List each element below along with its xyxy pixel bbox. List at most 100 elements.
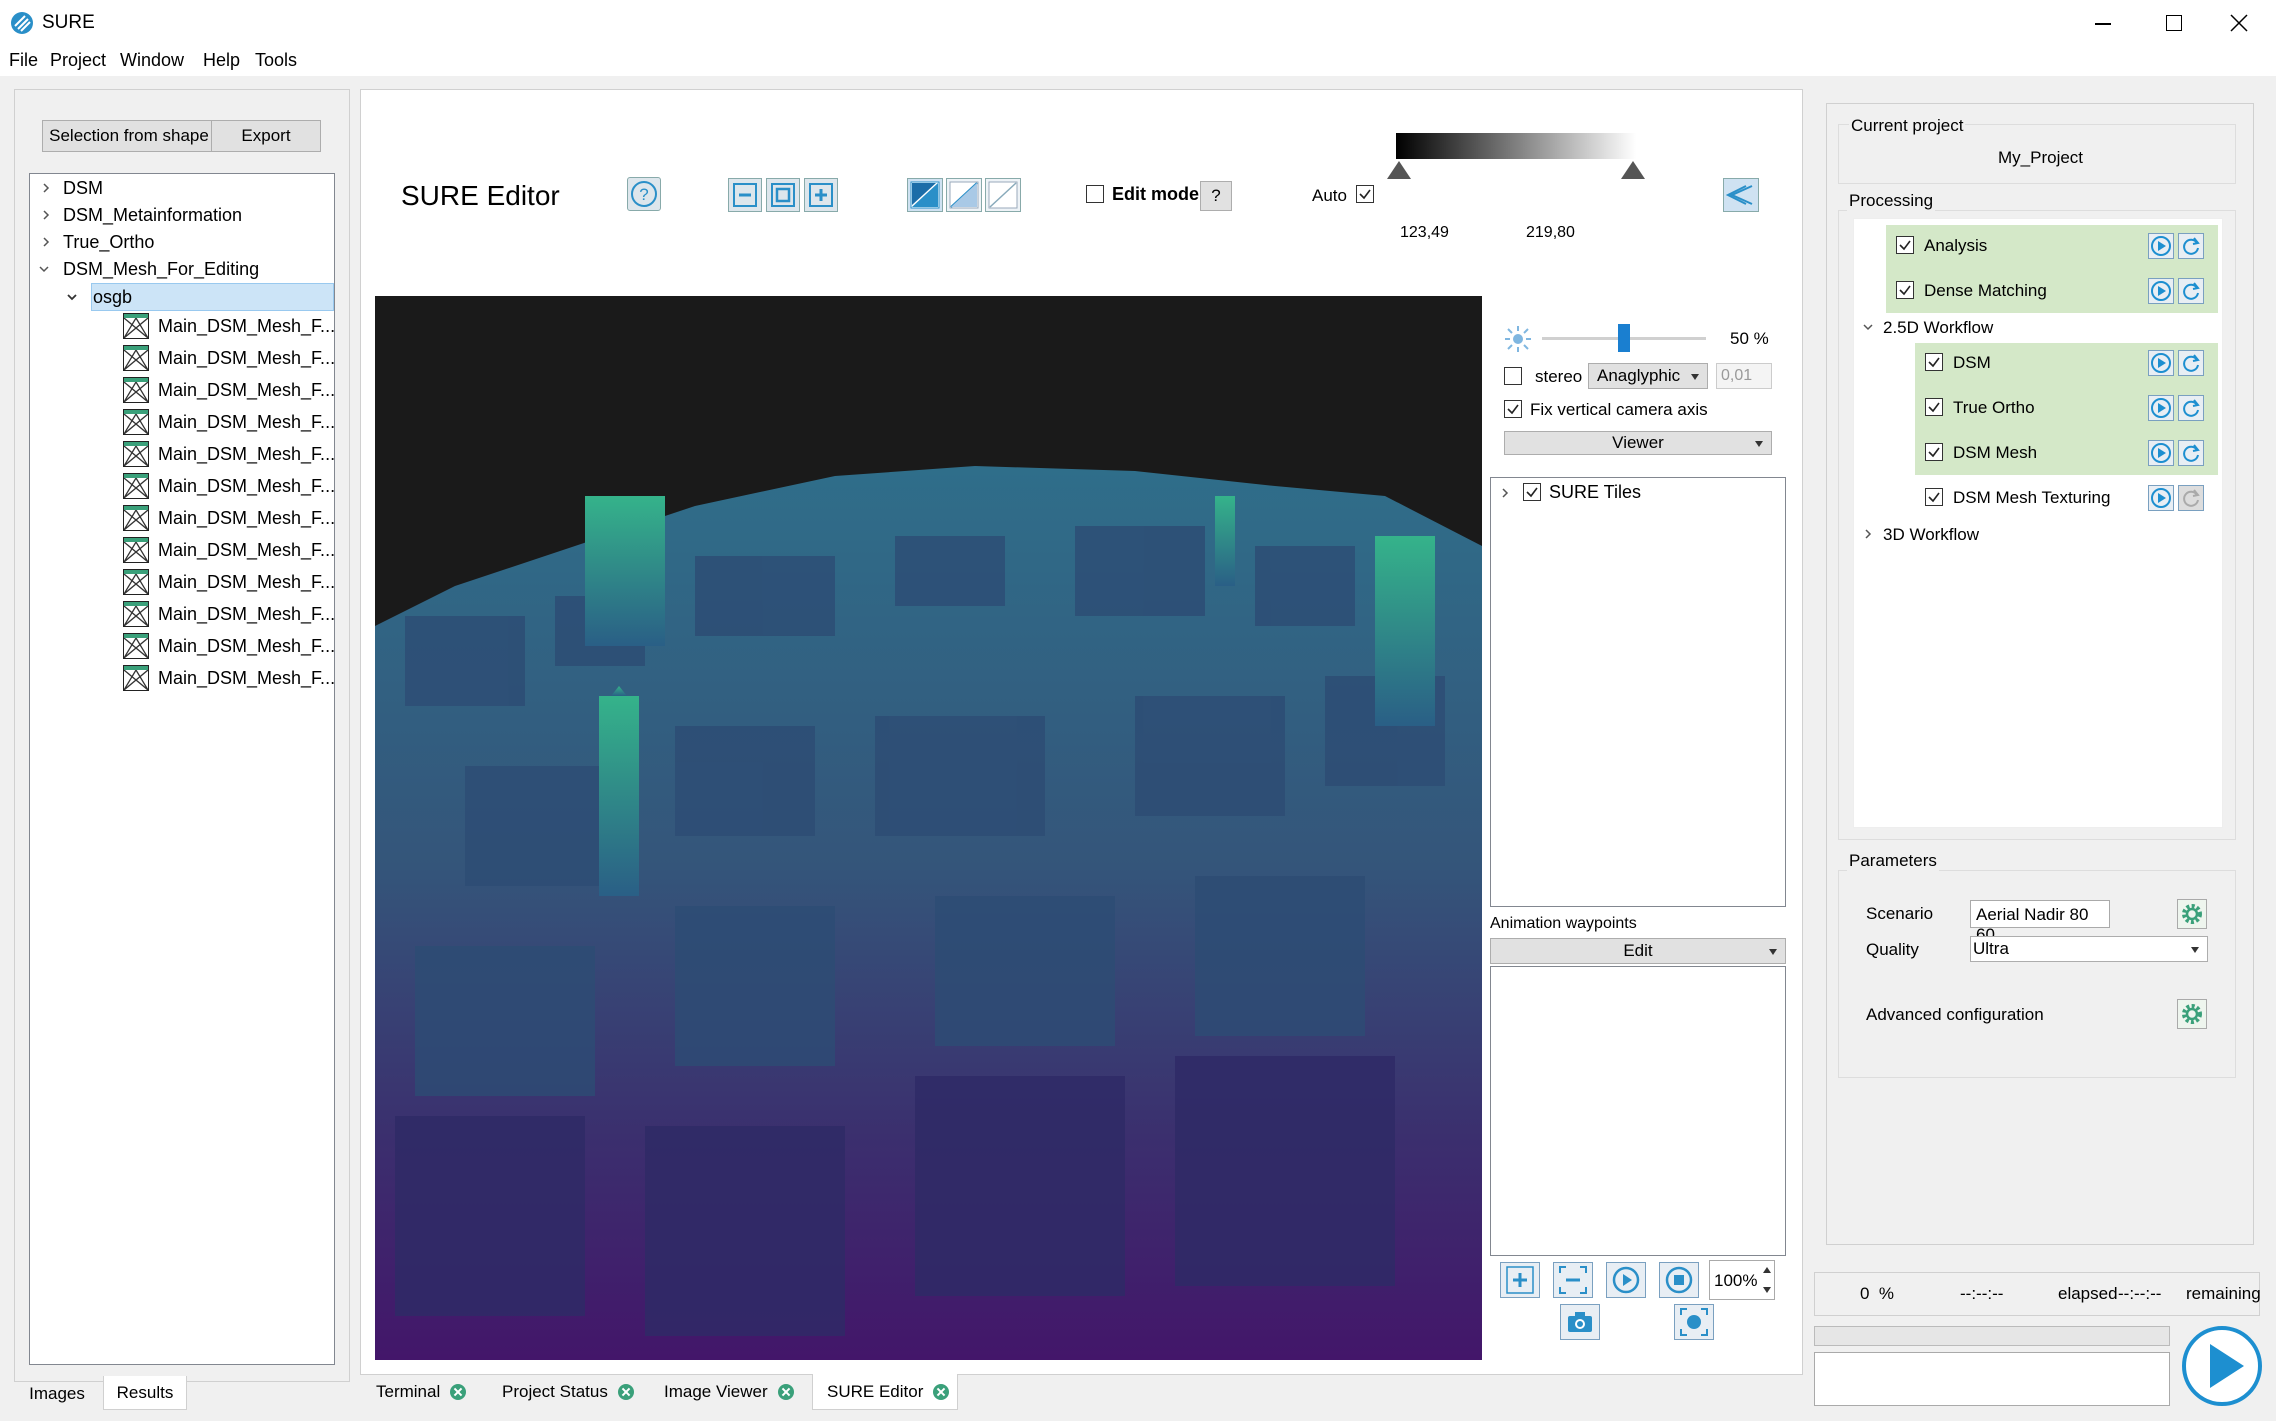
close-tab-icon[interactable]	[933, 1383, 950, 1400]
run-step-dsm-mesh-icon[interactable]	[2148, 440, 2174, 466]
menu-help[interactable]: Help	[203, 50, 240, 71]
close-tab-icon[interactable]	[617, 1384, 634, 1400]
run-step-true-ortho-icon[interactable]	[2148, 395, 2174, 421]
remove-waypoint-icon[interactable]	[1553, 1262, 1593, 1298]
step-checkbox-analysis[interactable]	[1896, 236, 1914, 254]
tree-item-osgb[interactable]: osgb	[93, 283, 132, 311]
stereo-mode-dropdown[interactable]: Anaglyphic	[1588, 363, 1708, 389]
help-icon[interactable]: ?	[627, 177, 661, 211]
tab-terminal[interactable]: Terminal	[362, 1374, 472, 1410]
screenshot-camera-icon[interactable]	[1560, 1304, 1600, 1340]
export-button[interactable]: Export	[211, 120, 321, 152]
tree-item-mesh-file[interactable]: Main_DSM_Mesh_F...	[158, 504, 335, 532]
3d-viewport[interactable]	[375, 296, 1482, 1360]
layer-label-sure-tiles[interactable]: SURE Tiles	[1549, 482, 1641, 503]
tree-item-dsm-mesh-for-editing[interactable]: DSM_Mesh_For_Editing	[63, 255, 259, 283]
reset-step-analysis-icon[interactable]	[2178, 233, 2204, 259]
zoom-in-icon[interactable]	[804, 178, 838, 212]
layer-checkbox-sure-tiles[interactable]	[1523, 483, 1541, 501]
step-checkbox-dsm-mesh-texturing[interactable]	[1925, 488, 1943, 506]
tab-sure-editor[interactable]: SURE Editor	[812, 1374, 958, 1410]
tree-item-mesh-file[interactable]: Main_DSM_Mesh_F...	[158, 408, 335, 436]
start-processing-play-icon[interactable]	[2180, 1324, 2264, 1408]
tree-item-mesh-file[interactable]: Main_DSM_Mesh_F...	[158, 632, 335, 660]
close-tab-icon[interactable]	[450, 1384, 467, 1400]
run-step-dense-matching-icon[interactable]	[2148, 278, 2174, 304]
step-checkbox-dsm[interactable]	[1925, 353, 1943, 371]
minimize-icon[interactable]	[2080, 12, 2140, 36]
close-tab-icon[interactable]	[777, 1384, 794, 1400]
stop-animation-icon[interactable]	[1659, 1262, 1699, 1298]
fix-vertical-axis-checkbox[interactable]	[1504, 400, 1522, 418]
collapse-arrow-icon[interactable]	[38, 263, 50, 275]
tree-item-mesh-file[interactable]: Main_DSM_Mesh_F...	[158, 600, 335, 628]
expand-arrow-icon[interactable]	[1499, 487, 1511, 499]
shade-mode-wire-icon[interactable]	[985, 178, 1021, 212]
tree-item-mesh-file[interactable]: Main_DSM_Mesh_F...	[158, 664, 335, 692]
expand-arrow-icon[interactable]	[40, 209, 52, 221]
collapse-panel-icon[interactable]	[1723, 178, 1759, 212]
waypoints-list[interactable]	[1490, 966, 1786, 1256]
edit-mode-help-button[interactable]: ?	[1200, 181, 1232, 211]
menu-project[interactable]: Project	[50, 50, 106, 71]
tree-item-mesh-file[interactable]: Main_DSM_Mesh_F...	[158, 312, 335, 340]
advanced-settings-gear-icon[interactable]	[2177, 999, 2207, 1029]
tab-project-status[interactable]: Project Status	[488, 1374, 638, 1410]
collapse-arrow-icon[interactable]	[1862, 321, 1874, 333]
tree-item-mesh-file[interactable]: Main_DSM_Mesh_F...	[158, 472, 335, 500]
tree-item-mesh-file[interactable]: Main_DSM_Mesh_F...	[158, 344, 335, 372]
selection-from-shape-button[interactable]: Selection from shape	[42, 120, 216, 152]
edit-mode-checkbox[interactable]	[1086, 185, 1104, 203]
run-step-analysis-icon[interactable]	[2148, 233, 2174, 259]
tree-item-true-ortho[interactable]: True_Ortho	[63, 228, 154, 256]
tab-image-viewer[interactable]: Image Viewer	[650, 1374, 800, 1410]
step-label-2-5d-workflow[interactable]: 2.5D Workflow	[1883, 318, 1993, 338]
tab-images[interactable]: Images	[14, 1378, 100, 1410]
animation-edit-dropdown[interactable]: Edit	[1490, 938, 1786, 964]
tree-item-dsm[interactable]: DSM	[63, 174, 103, 202]
menu-tools[interactable]: Tools	[255, 50, 297, 71]
zoom-out-icon[interactable]	[728, 178, 762, 212]
add-waypoint-icon[interactable]	[1500, 1262, 1540, 1298]
menu-window[interactable]: Window	[120, 50, 184, 71]
step-label-3d-workflow[interactable]: 3D Workflow	[1883, 525, 1979, 545]
stereo-offset-spinbox[interactable]: 0,01	[1716, 363, 1772, 389]
tree-item-mesh-file[interactable]: Main_DSM_Mesh_F...	[158, 440, 335, 468]
auto-range-checkbox[interactable]	[1356, 185, 1374, 203]
scenario-settings-gear-icon[interactable]	[2177, 899, 2207, 929]
range-min-handle-icon[interactable]	[1386, 160, 1412, 180]
shade-mode-full-icon[interactable]	[907, 178, 943, 212]
stereo-checkbox[interactable]	[1504, 367, 1522, 385]
collapse-arrow-icon[interactable]	[66, 291, 78, 303]
brightness-slider-handle[interactable]	[1618, 324, 1630, 352]
run-step-dsm-mesh-texturing-icon[interactable]	[2148, 485, 2174, 511]
run-step-dsm-icon[interactable]	[2148, 350, 2174, 376]
shade-mode-half-icon[interactable]	[946, 178, 982, 212]
step-checkbox-true-ortho[interactable]	[1925, 398, 1943, 416]
scenario-field[interactable]: Aerial Nadir 80 60	[1970, 900, 2110, 944]
menu-file[interactable]: File	[9, 50, 38, 71]
step-checkbox-dense-matching[interactable]	[1896, 281, 1914, 299]
reset-step-dsm-mesh-icon[interactable]	[2178, 440, 2204, 466]
close-icon[interactable]	[2230, 14, 2248, 32]
record-icon[interactable]	[1674, 1304, 1714, 1340]
reset-step-dense-matching-icon[interactable]	[2178, 278, 2204, 304]
reset-step-dsm-icon[interactable]	[2178, 350, 2204, 376]
quality-dropdown[interactable]: Ultra	[1970, 936, 2208, 962]
reset-step-true-ortho-icon[interactable]	[2178, 395, 2204, 421]
expand-arrow-icon[interactable]	[1862, 528, 1874, 540]
maximize-icon[interactable]	[2150, 12, 2210, 36]
range-max-handle-icon[interactable]	[1620, 160, 1646, 180]
reset-step-dsm-mesh-texturing-icon[interactable]	[2178, 485, 2204, 511]
step-checkbox-dsm-mesh[interactable]	[1925, 443, 1943, 461]
expand-arrow-icon[interactable]	[40, 182, 52, 194]
fit-view-icon[interactable]	[766, 178, 800, 212]
expand-arrow-icon[interactable]	[40, 236, 52, 248]
viewer-dropdown[interactable]: Viewer	[1504, 431, 1772, 455]
tree-item-mesh-file[interactable]: Main_DSM_Mesh_F...	[158, 376, 335, 404]
tree-item-mesh-file[interactable]: Main_DSM_Mesh_F...	[158, 536, 335, 564]
play-animation-icon[interactable]	[1606, 1262, 1646, 1298]
tree-item-dsm-metainformation[interactable]: DSM_Metainformation	[63, 201, 242, 229]
brightness-slider-track[interactable]	[1542, 324, 1706, 352]
tree-item-mesh-file[interactable]: Main_DSM_Mesh_F...	[158, 568, 335, 596]
